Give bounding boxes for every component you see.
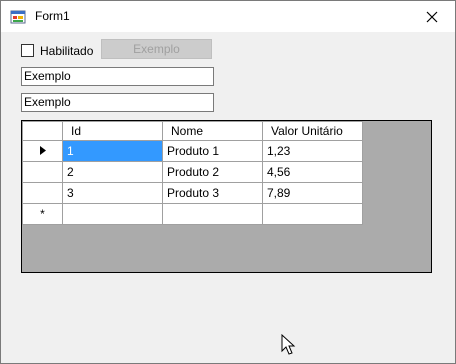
cell-nome[interactable]: Produto 3 [162, 182, 263, 204]
form-client-area: Habilitado Exemplo Exemplo Exemplo Id No… [1, 32, 455, 363]
grid-corner-cell[interactable] [22, 121, 63, 141]
new-row-marker[interactable]: * [22, 203, 63, 225]
cell-id[interactable]: 3 [62, 182, 163, 204]
row-header[interactable] [22, 182, 63, 204]
habilitado-label[interactable]: Habilitado [40, 44, 93, 58]
grid-table: Id Nome Valor Unitário 1 Produto 1 1,23 [22, 121, 363, 225]
column-header-id[interactable]: Id [62, 121, 163, 141]
new-row-cell[interactable] [262, 203, 363, 225]
table-row[interactable]: 1 Produto 1 1,23 [22, 140, 363, 162]
header-row: Id Nome Valor Unitário [22, 121, 363, 141]
new-row-cell[interactable] [162, 203, 263, 225]
close-icon [426, 11, 438, 22]
cell-valor[interactable]: 4,56 [262, 161, 363, 183]
data-grid[interactable]: Id Nome Valor Unitário 1 Produto 1 1,23 [21, 120, 432, 273]
table-row[interactable]: 3 Produto 3 7,89 [22, 182, 363, 204]
close-button[interactable] [409, 1, 455, 32]
cell-valor[interactable]: 1,23 [262, 140, 363, 162]
mouse-cursor-icon [281, 334, 296, 355]
app-icon [10, 10, 26, 24]
new-row-cell[interactable] [62, 203, 163, 225]
cell-nome[interactable]: Produto 2 [162, 161, 263, 183]
cell-valor[interactable]: 7,89 [262, 182, 363, 204]
title-bar[interactable]: Form1 [1, 1, 455, 32]
row-header[interactable] [22, 161, 63, 183]
column-header-nome[interactable]: Nome [162, 121, 263, 141]
window-title: Form1 [35, 9, 70, 23]
exemplo-textbox-2[interactable]: Exemplo [21, 93, 214, 112]
exemplo-button: Exemplo [101, 39, 212, 59]
exemplo-textbox-1[interactable]: Exemplo [21, 67, 214, 86]
current-row-icon [39, 146, 46, 155]
cell-id[interactable]: 2 [62, 161, 163, 183]
cell-id[interactable]: 1 [62, 140, 163, 162]
column-header-valor-unitario[interactable]: Valor Unitário [262, 121, 363, 141]
habilitado-checkbox[interactable] [21, 44, 34, 57]
cell-nome[interactable]: Produto 1 [162, 140, 263, 162]
new-row[interactable]: * [22, 203, 363, 225]
main-window: Form1 Habilitado Exemplo Exemplo Exemplo… [0, 0, 456, 364]
table-row[interactable]: 2 Produto 2 4,56 [22, 161, 363, 183]
row-header[interactable] [22, 140, 63, 162]
